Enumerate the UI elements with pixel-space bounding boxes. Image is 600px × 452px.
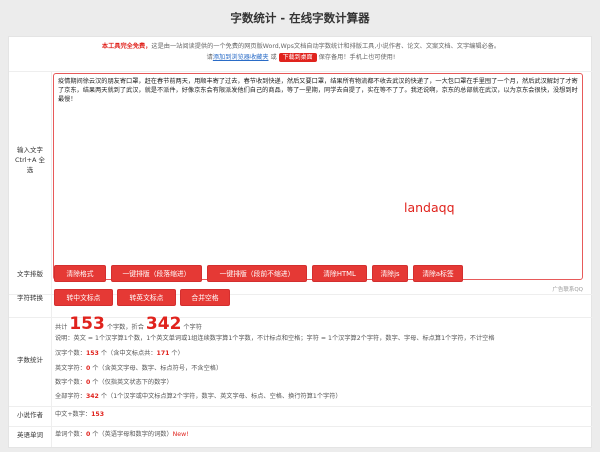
digit-value: 0 (85, 379, 91, 386)
download-desktop-button[interactable]: 下载到桌面 (278, 53, 317, 62)
ad-contact: 广告联系QQ (552, 287, 583, 293)
format-indent-button[interactable]: 一键排版（段落缩进） (111, 265, 202, 282)
all-label: 全部字符： (55, 393, 86, 400)
english-unit: 个（英语字母和数字的词数） (92, 431, 173, 438)
stats-hanzi: 汉字个数：153 个（含中文标点共：171 个） (55, 349, 184, 359)
notice-free: 本工具完全免费， (101, 43, 152, 50)
format-label: 文字排版 (17, 270, 43, 278)
english-word-count: 单词个数：0 个（英语字母和数字的词数）New! (55, 430, 189, 440)
format-no-indent-button[interactable]: 一键排版（段前不缩进） (207, 265, 307, 282)
clear-html-button[interactable]: 清除HTML (312, 265, 367, 282)
en-label: 英文字符： (55, 365, 86, 372)
to-english-punct-button[interactable]: 转英文标点 (117, 289, 176, 306)
novel-label: 小说作者 (17, 411, 43, 419)
total-unit: 个字数，折合 (106, 324, 144, 331)
novel-count: 中文+数字：153 (55, 410, 104, 420)
digit-unit: 个（仅指英文状态下的数字） (92, 379, 173, 386)
add-favorites-link[interactable]: 添加到浏览器收藏夹 (213, 54, 269, 61)
stats-english: 英文字符：0 个（含英文字母、数字、标点符号，不含空格） (55, 364, 222, 374)
stats-digits: 数字个数：0 个（仅指英文状态下的数字） (55, 378, 173, 388)
english-text: 单词个数： (55, 431, 86, 438)
hanzi-end: 个） (171, 350, 184, 357)
stats-explain: 说明：英文 = 1个汉字算1个数，1个英文单词或1组连续数字算1个字数，不计标点… (55, 335, 495, 342)
clear-format-button[interactable]: 清除格式 (54, 265, 106, 282)
divider (51, 71, 52, 447)
english-label: 英语单词 (17, 431, 43, 439)
text-input-area[interactable]: 疫情期间徐云汉的朋友寄口罩，赶在春节前两天，用顺丰寄了过去，春节收到快递，然后又… (53, 73, 583, 280)
digit-label: 数字个数： (55, 379, 86, 386)
new-badge: New! (172, 431, 189, 438)
stats-label: 字数统计 (17, 356, 43, 364)
all-unit: 个（1个汉字或中文标点算2个字符，数字、英文字母、标点、空格、换行符算1个字符） (100, 393, 342, 400)
all-value: 342 (85, 393, 99, 400)
handwritten-annotation: landaqq (404, 200, 455, 215)
convert-label: 字符转换 (17, 294, 43, 302)
main-panel: 本工具完全免费，这是由一站阅读提供的一个免费的网页版Word,Wps文档自动字数… (8, 36, 593, 448)
input-label-line: 输入文字 (17, 146, 43, 154)
divider (9, 426, 593, 427)
novel-text: 中文+数字： (55, 411, 92, 418)
input-label: 输入文字 Ctrl+A 全 选 (9, 145, 51, 175)
input-label-line: Ctrl+A 全 (14, 156, 46, 164)
hanzi-punct-value: 171 (156, 350, 170, 357)
clear-js-button[interactable]: 清除js (372, 265, 408, 282)
merge-spaces-button[interactable]: 合并空格 (180, 289, 230, 306)
en-value: 0 (85, 365, 91, 372)
hanzi-label: 汉字个数： (55, 350, 86, 357)
stats-all: 全部字符：342 个（1个汉字或中文标点算2个字符，数字、英文字母、标点、空格、… (55, 392, 342, 402)
notice-text-b: 或 (270, 54, 277, 61)
total-prefix: 共计 (55, 324, 68, 331)
novel-value: 153 (91, 411, 105, 418)
total-words-unit: 个字符 (183, 324, 202, 331)
divider (9, 406, 593, 407)
notice-description: 这是由一站阅读提供的一个免费的网页版Word,Wps文档自动字数统计和排版工具,… (151, 43, 501, 50)
hanzi-value: 153 (85, 350, 99, 357)
to-chinese-punct-button[interactable]: 转中文标点 (54, 289, 113, 306)
total-char-count: 153 (69, 314, 105, 334)
notice: 本工具完全免费，这是由一站阅读提供的一个免费的网页版Word,Wps文档自动字数… (9, 41, 593, 63)
input-label-line: 选 (26, 166, 34, 174)
en-unit: 个（含英文字母、数字、标点符号，不含空格） (92, 365, 223, 372)
clear-a-tag-button[interactable]: 清除a标签 (413, 265, 463, 282)
total-word-count: 342 (145, 314, 182, 334)
divider (9, 71, 593, 72)
page-title: 字数统计 - 在线字数计算器 (230, 11, 370, 25)
english-value: 0 (85, 431, 91, 438)
notice-text-c: 保存备用！手机上也可使用! (318, 54, 396, 61)
hanzi-unit: 个（含中文标点共： (100, 350, 157, 357)
